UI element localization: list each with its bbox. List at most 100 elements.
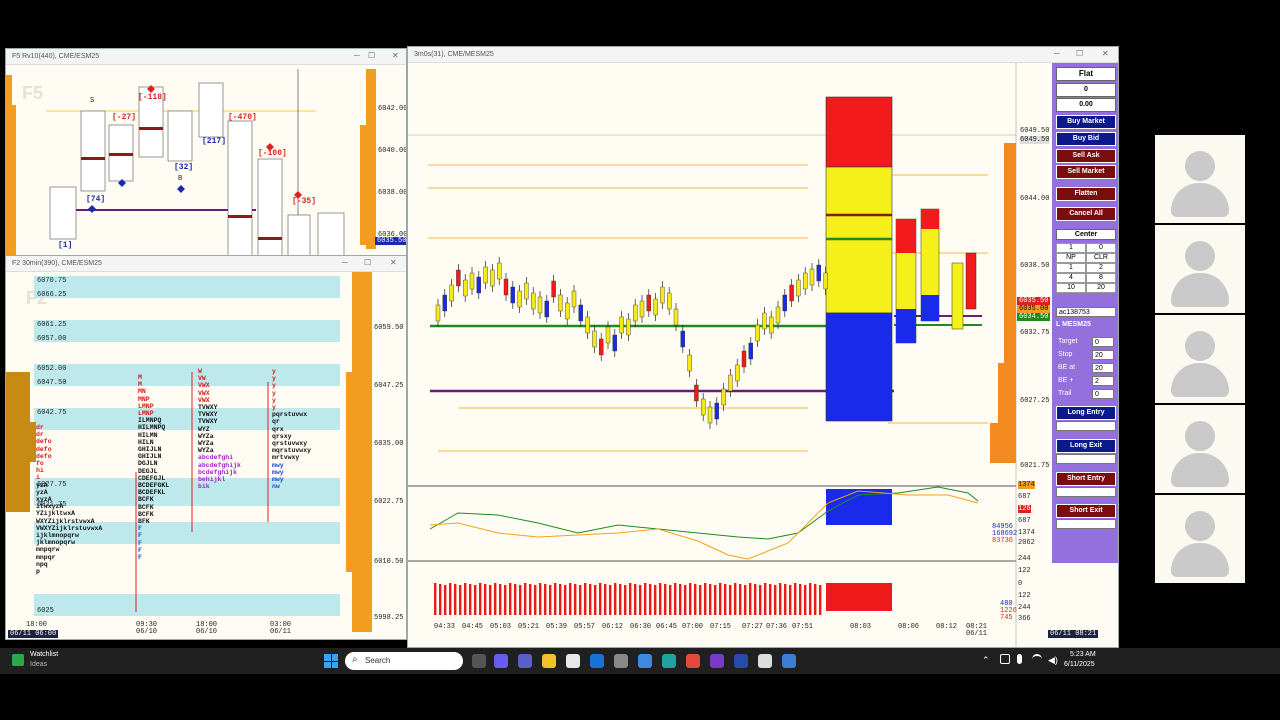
stop-input[interactable]: 20 <box>1092 350 1114 360</box>
minimize-icon[interactable]: ─ <box>1054 49 1060 58</box>
buy-bid-button[interactable]: Buy Bid <box>1056 132 1116 146</box>
f2-tpo-window[interactable]: F2 30min(390), CME/ESM25 ─ ☐ ✕ F2 MMMNMN… <box>5 255 407 640</box>
breakeven-plus-input[interactable]: 2 <box>1092 376 1114 386</box>
histogram-bar <box>459 585 462 615</box>
account-select[interactable]: ac138753 <box>1056 307 1116 317</box>
tpo-row: qr <box>272 418 280 426</box>
close-icon[interactable]: ✕ <box>390 258 397 267</box>
visual-studio-icon[interactable] <box>710 654 724 668</box>
center-button[interactable]: Center <box>1056 229 1116 240</box>
candle-body <box>558 294 563 312</box>
tpo-column-2: W VW VWX VWX VWX TVWXY TVWXY TVWXY WYZ WYZa WYZa WY… <box>198 368 241 490</box>
breakeven-at-input[interactable]: 20 <box>1092 363 1114 373</box>
qty-preset-button[interactable]: 1 <box>1056 263 1086 273</box>
histogram-bar <box>434 583 437 615</box>
qty-preset-button[interactable]: 10 <box>1056 283 1086 293</box>
copilot-app-icon[interactable] <box>638 654 652 668</box>
settings-icon[interactable] <box>614 654 628 668</box>
wifi-icon[interactable] <box>1032 654 1042 664</box>
indicator2-histogram <box>434 583 892 615</box>
store-icon[interactable] <box>566 654 580 668</box>
participant-tile[interactable] <box>1155 135 1245 223</box>
short-entry-button[interactable]: Short Entry <box>1056 472 1116 486</box>
close-icon[interactable]: ✕ <box>392 51 399 60</box>
microphone-icon[interactable] <box>1017 654 1022 664</box>
maximize-icon[interactable]: ☐ <box>364 258 371 267</box>
main-chart-window[interactable]: 3m0s(31), CME/MESM25 ─ ☐ ✕ 6049.50 6044.… <box>407 46 1119 648</box>
histogram-bar <box>444 585 447 615</box>
close-icon[interactable]: ✕ <box>1102 49 1109 58</box>
outlook-icon[interactable] <box>590 654 604 668</box>
histogram-bar <box>819 585 822 615</box>
search-box[interactable]: ⌕ Search <box>345 652 463 670</box>
cancel-all-button[interactable]: Cancel All <box>1056 207 1116 221</box>
f5-chart-window[interactable]: F5 Rv10(440), CME/ESM25 ─ ☐ ✕ F5 [1] [74… <box>5 48 407 258</box>
long-entry-select[interactable] <box>1056 421 1116 431</box>
participant-tile[interactable] <box>1155 495 1245 583</box>
tpo-row: YZijkltwxA <box>36 510 76 518</box>
file-explorer-icon[interactable] <box>542 654 556 668</box>
trading-app-icon[interactable] <box>734 654 748 668</box>
trail-input[interactable]: 0 <box>1092 389 1114 399</box>
participant-tile[interactable] <box>1155 315 1245 403</box>
tpo-row: y <box>272 389 276 397</box>
tpo-row: yzA <box>36 488 48 496</box>
f2-level-label: 6057.00 <box>37 335 67 343</box>
tpo-row: y <box>272 382 276 390</box>
tpo-row: y <box>272 375 276 383</box>
widget-title[interactable]: Watchlist <box>30 651 58 658</box>
watchlist-widget-icon[interactable] <box>12 654 24 666</box>
long-exit-button[interactable]: Long Exit <box>1056 439 1116 453</box>
main-time-label: 05:03 <box>490 623 512 631</box>
long-entry-button[interactable]: Long Entry <box>1056 406 1116 420</box>
chevron-up-icon[interactable]: ⌃ <box>982 655 990 666</box>
qty-preset-button[interactable]: 4 <box>1056 273 1086 283</box>
participant-tile[interactable] <box>1155 225 1245 313</box>
clr-button[interactable]: CLR <box>1086 253 1116 263</box>
minimize-icon[interactable]: ─ <box>354 51 360 60</box>
tpo-row: mwy <box>272 461 284 469</box>
candle-body <box>578 304 584 322</box>
network-icon[interactable] <box>1000 654 1010 664</box>
short-entry-select[interactable] <box>1056 487 1116 497</box>
short-exit-select[interactable] <box>1056 519 1116 529</box>
buy-market-button[interactable]: Buy Market <box>1056 115 1116 129</box>
clock-date[interactable]: 6/11/2025 <box>1064 661 1095 668</box>
chrome-icon[interactable] <box>686 654 700 668</box>
minimize-icon[interactable]: ─ <box>342 258 348 267</box>
volume-icon[interactable]: ◀) <box>1048 655 1058 666</box>
sell-ask-button[interactable]: Sell Ask <box>1056 149 1116 163</box>
participant-tile[interactable] <box>1155 405 1245 493</box>
f2-level-label: 6066.25 <box>37 291 67 299</box>
flatten-button[interactable]: Flatten <box>1056 187 1116 201</box>
qty-preset-button[interactable]: 2 <box>1086 263 1116 273</box>
qty-preset-button[interactable]: 8 <box>1086 273 1116 283</box>
indicator2-label: 122 <box>1018 567 1031 575</box>
short-exit-button[interactable]: Short Exit <box>1056 504 1116 518</box>
tpo-row: jklmnopqrw <box>36 539 76 547</box>
maximize-icon[interactable]: ☐ <box>368 51 375 60</box>
quantity-grid: 10 NP CLR 12 48 10 20 <box>1056 243 1116 293</box>
quantity-extra[interactable]: 0 <box>1086 243 1116 253</box>
histogram-bar <box>484 584 487 615</box>
app-icon[interactable] <box>758 654 772 668</box>
copilot-icon[interactable] <box>494 654 508 668</box>
qty-preset-button[interactable]: 20 <box>1086 283 1116 293</box>
target-input[interactable]: 0 <box>1092 337 1114 347</box>
teams-icon[interactable] <box>518 654 532 668</box>
edge-icon[interactable] <box>662 654 676 668</box>
np-button[interactable]: NP <box>1056 253 1086 263</box>
clock-time[interactable]: 5:23 AM <box>1070 651 1096 658</box>
tpo-row: DEGJL <box>138 467 158 475</box>
app-icon[interactable] <box>782 654 796 668</box>
start-icon[interactable] <box>324 654 338 668</box>
task-view-icon[interactable] <box>472 654 486 668</box>
candle-body <box>537 296 543 314</box>
sell-market-button[interactable]: Sell Market <box>1056 165 1116 179</box>
histogram-bar <box>499 584 502 615</box>
quantity-input[interactable]: 1 <box>1056 243 1086 253</box>
maximize-icon[interactable]: ☐ <box>1076 49 1083 58</box>
tpo-row: WXYZijklrstvwxA <box>36 517 95 525</box>
histogram-bar <box>594 585 597 615</box>
long-exit-select[interactable] <box>1056 454 1116 464</box>
